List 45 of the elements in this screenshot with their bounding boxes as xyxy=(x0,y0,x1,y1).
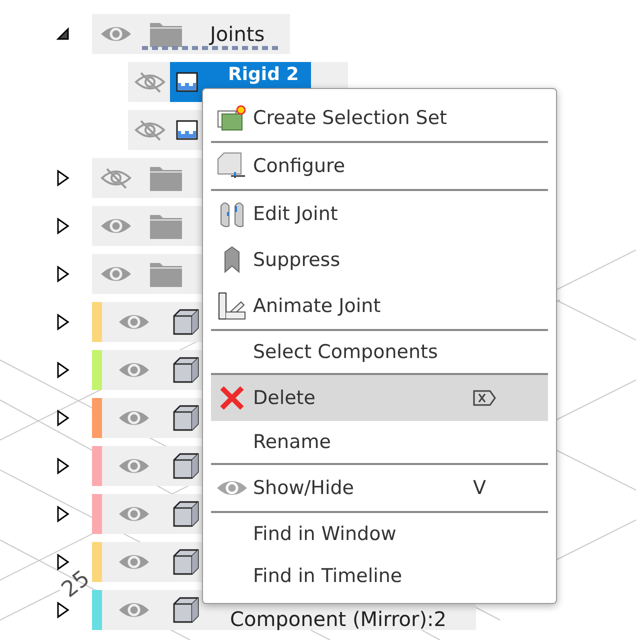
selection-set-icon xyxy=(217,104,247,132)
collapsed-arrow-icon[interactable] xyxy=(56,169,70,187)
joint-label: Rigid 2 xyxy=(228,63,299,86)
joint-icon xyxy=(176,120,198,140)
cube-icon xyxy=(172,596,200,624)
backspace-key-icon xyxy=(473,389,497,407)
collapsed-arrow-icon[interactable] xyxy=(56,505,70,523)
folder-icon xyxy=(150,21,182,47)
folder-label: Joints xyxy=(210,21,265,48)
joint-icon xyxy=(176,72,198,92)
ruler-icon xyxy=(217,292,247,320)
menu-item[interactable]: Edit Joint xyxy=(211,191,548,237)
cube-icon xyxy=(172,308,200,336)
cube-icon xyxy=(172,452,200,480)
collapsed-arrow-icon[interactable] xyxy=(56,217,70,235)
menu-item[interactable]: Animate Joint xyxy=(211,283,548,329)
menu-item[interactable]: Suppress xyxy=(211,237,548,283)
tree-row[interactable]: Joints xyxy=(92,14,290,54)
collapsed-arrow-icon[interactable] xyxy=(56,553,70,571)
collapsed-arrow-icon[interactable] xyxy=(56,361,70,379)
folder-icon xyxy=(150,261,182,287)
joint-pair-icon xyxy=(219,200,245,228)
cube-icon xyxy=(172,500,200,528)
delete-icon xyxy=(219,385,245,411)
folder-icon xyxy=(150,213,182,239)
menu-item[interactable]: Configure xyxy=(211,143,548,189)
configure-icon xyxy=(217,152,247,180)
menu-item[interactable]: Find in Window xyxy=(211,513,548,555)
menu-item[interactable]: Rename xyxy=(211,421,548,463)
cube-icon xyxy=(172,548,200,576)
menu-item[interactable]: Delete xyxy=(211,375,548,421)
collapsed-arrow-icon[interactable] xyxy=(56,313,70,331)
component-label: Component (Mirror):2 xyxy=(230,608,446,630)
menu-item[interactable]: Show/Hide V xyxy=(211,465,548,511)
collapsed-arrow-icon[interactable] xyxy=(56,265,70,283)
collapsed-arrow-icon[interactable] xyxy=(56,409,70,427)
bookmark-icon xyxy=(222,246,242,274)
expanded-arrow-icon[interactable] xyxy=(56,27,70,41)
cube-icon xyxy=(172,356,200,384)
menu-item[interactable]: Select Components xyxy=(211,331,548,373)
shortcut-label: V xyxy=(473,476,486,501)
collapsed-arrow-icon[interactable] xyxy=(56,601,70,619)
collapsed-arrow-icon[interactable] xyxy=(56,457,70,475)
cube-icon xyxy=(172,404,200,432)
folder-icon xyxy=(150,165,182,191)
